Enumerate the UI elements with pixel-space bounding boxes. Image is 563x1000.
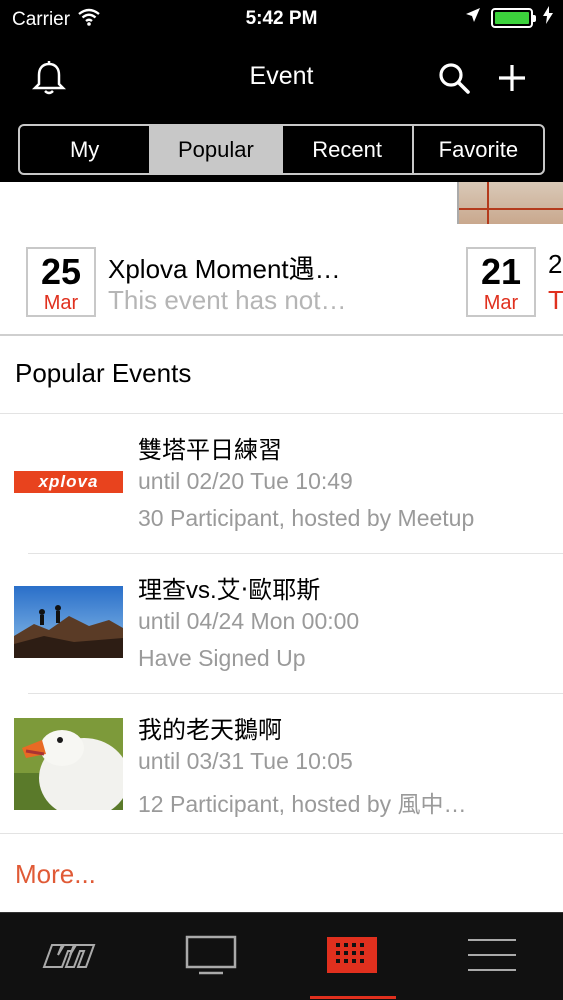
- list-item[interactable]: 我的老天鵝啊 until 03/31 Tue 10:05 12 Particip…: [0, 694, 563, 834]
- event-meta: 30 Participant, hosted by Meetup: [138, 505, 475, 531]
- event-date: until 03/31 Tue 10:05: [138, 748, 353, 774]
- xplova-m-icon: [40, 941, 100, 974]
- charging-bolt-icon: [543, 6, 553, 30]
- event-title: 雙塔平日練習: [138, 437, 282, 464]
- date-month: Mar: [483, 292, 519, 314]
- tab-events[interactable]: [282, 913, 422, 1000]
- segmented-control: My Popular Recent Favorite: [18, 124, 545, 175]
- tab-bar: [0, 912, 563, 1000]
- featured-image-partial: [457, 182, 563, 224]
- event-meta: 12 Participant, hosted by 風中…: [138, 791, 467, 817]
- status-right: [465, 6, 553, 30]
- menu-icon: [468, 937, 516, 978]
- nav-title: Event: [249, 62, 314, 90]
- date-badge: 25 Mar: [26, 247, 96, 317]
- featured-card[interactable]: 21 Mar 2 T: [466, 247, 563, 317]
- tab-monitor[interactable]: [141, 913, 281, 1000]
- list-item[interactable]: xplova 雙塔平日練習 until 02/20 Tue 10:49 30 P…: [0, 414, 563, 554]
- xplova-logo: xplova: [14, 471, 123, 493]
- tab-xplova[interactable]: [0, 913, 140, 1000]
- more-link[interactable]: More...: [0, 836, 563, 912]
- list-item[interactable]: 理查vs.艾‧歐耶斯 until 04/24 Mon 00:00 Have Si…: [0, 554, 563, 694]
- date-day: 25: [40, 251, 82, 292]
- calendar-grid-icon: [327, 936, 377, 978]
- event-thumbnail: [14, 586, 123, 658]
- event-thumbnail: [14, 718, 123, 810]
- segment-favorite[interactable]: Favorite: [414, 126, 543, 173]
- segment-recent[interactable]: Recent: [283, 126, 414, 173]
- location-arrow-icon: [465, 7, 481, 29]
- more-label: More...: [15, 859, 96, 889]
- event-date: until 04/24 Mon 00:00: [138, 608, 360, 634]
- tab-menu[interactable]: [422, 913, 562, 1000]
- featured-subtitle: T: [548, 285, 563, 315]
- date-badge: 21 Mar: [466, 247, 536, 317]
- event-title: 我的老天鵝啊: [138, 717, 282, 744]
- battery-icon: [491, 8, 536, 28]
- event-title: 理查vs.艾‧歐耶斯: [138, 577, 321, 604]
- segment-my[interactable]: My: [20, 126, 152, 173]
- featured-title: 2: [548, 249, 563, 279]
- event-meta: Have Signed Up: [138, 645, 306, 671]
- featured-carousel[interactable]: 25 Mar Xplova Moment遇… This event has no…: [0, 182, 563, 336]
- date-month: Mar: [43, 292, 79, 314]
- plus-icon[interactable]: [490, 56, 534, 100]
- segment-popular[interactable]: Popular: [151, 126, 283, 173]
- search-icon[interactable]: [432, 56, 476, 100]
- event-thumbnail: xplova: [14, 446, 123, 518]
- date-day: 21: [480, 251, 522, 292]
- featured-card[interactable]: 25 Mar Xplova Moment遇… This event has no…: [26, 247, 466, 317]
- monitor-icon: [185, 935, 237, 980]
- featured-subtitle: This event has not…: [108, 285, 347, 315]
- section-title: Popular Events: [15, 358, 192, 388]
- event-date: until 02/20 Tue 10:49: [138, 468, 353, 494]
- featured-title: Xplova Moment遇…: [108, 254, 341, 284]
- nav-bar: Event My Popular Recent Favorite: [0, 40, 563, 182]
- status-bar: Carrier 5:42 PM: [0, 0, 563, 40]
- section-header: Popular Events: [0, 336, 563, 414]
